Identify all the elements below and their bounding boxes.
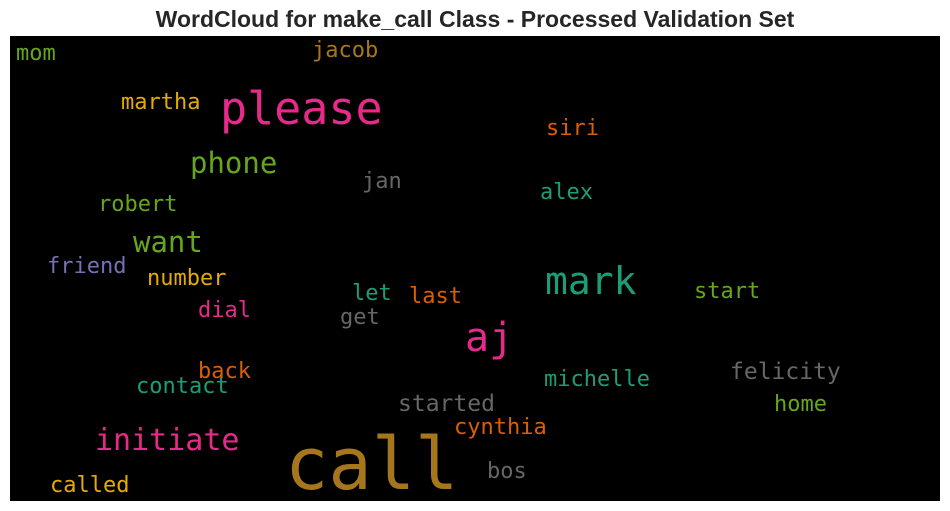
word-felicity: felicity [730, 359, 841, 385]
word-initiate: initiate [95, 423, 240, 458]
word-number: number [147, 266, 227, 291]
word-friend: friend [47, 254, 127, 279]
word-robert: robert [98, 192, 178, 217]
word-bos: bos [487, 459, 527, 484]
word-get: get [340, 305, 380, 330]
word-let: let [352, 281, 392, 306]
word-called: called [50, 473, 130, 498]
word-please: please [220, 82, 383, 135]
word-dial: dial [198, 298, 251, 323]
wordcloud-canvas: call please aj mark initiate phone want felicit… [10, 36, 940, 501]
word-last: last [409, 284, 462, 309]
word-start: start [694, 279, 761, 304]
word-jan: jan [362, 169, 402, 194]
word-mark: mark [545, 259, 637, 303]
word-call: call [285, 422, 459, 501]
word-siri: siri [546, 116, 599, 141]
wordcloud-figure: WordCloud for make_call Class - Processe… [0, 0, 950, 511]
word-phone: phone [190, 146, 278, 180]
word-martha: martha [121, 90, 201, 115]
word-mom: mom [16, 41, 56, 66]
word-aj: aj [465, 315, 514, 361]
word-jacob: jacob [312, 38, 379, 63]
chart-title: WordCloud for make_call Class - Processe… [155, 6, 795, 32]
word-cynthia: cynthia [454, 415, 547, 440]
word-alex: alex [540, 180, 593, 205]
word-back: back [198, 359, 251, 384]
word-home: home [774, 392, 827, 417]
word-michelle: michelle [544, 367, 650, 392]
word-want: want [133, 225, 203, 259]
word-started: started [398, 391, 495, 417]
